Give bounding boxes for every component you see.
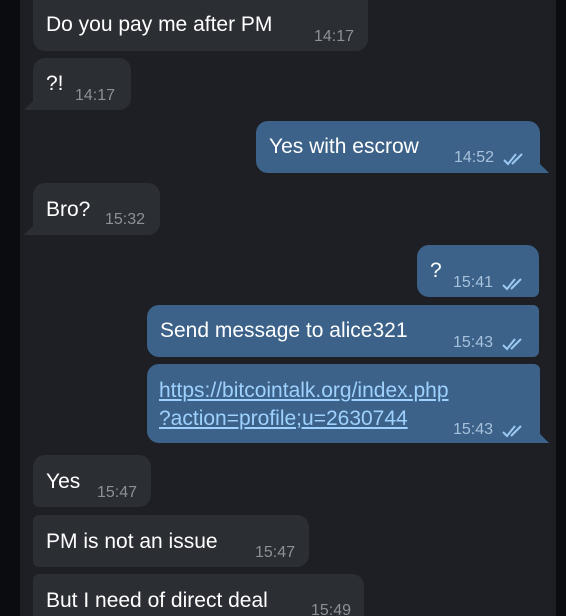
message-outgoing[interactable]: Yes with escrow 14:52 bbox=[256, 121, 549, 173]
message-text: Send message to alice321 bbox=[160, 319, 408, 342]
left-edge bbox=[0, 0, 20, 616]
message-time: 14:17 bbox=[75, 87, 116, 104]
profile-link[interactable]: https://bitcointalk.org/index.php ?actio… bbox=[159, 377, 449, 433]
message-time: 15:47 bbox=[97, 484, 138, 501]
message-text: Yes with escrow bbox=[269, 135, 419, 158]
message-incoming[interactable]: Do you pay me after PM 14:17 bbox=[33, 0, 368, 51]
message-time: 15:49 bbox=[311, 602, 352, 616]
message-text: ?! bbox=[46, 72, 64, 95]
message-incoming[interactable]: Bro? 15:32 bbox=[24, 183, 160, 235]
message-text: ? bbox=[430, 259, 442, 282]
link-line-2: ?action=profile;u=2630744 bbox=[159, 407, 408, 430]
message-text: But I need of direct deal bbox=[46, 589, 268, 612]
message-text: Yes bbox=[46, 470, 81, 493]
message-time: 14:17 bbox=[314, 28, 355, 45]
double-check-icon bbox=[502, 425, 522, 438]
message-text: Do you pay me after PM bbox=[46, 13, 273, 36]
double-check-icon bbox=[503, 153, 523, 166]
message-outgoing[interactable]: ? 15:41 bbox=[417, 245, 539, 297]
message-incoming[interactable]: But I need of direct deal 15:49 bbox=[33, 574, 364, 616]
message-time: 15:47 bbox=[255, 544, 296, 561]
message-incoming[interactable]: ?! 14:17 bbox=[24, 58, 131, 110]
message-time: 15:43 bbox=[453, 334, 494, 351]
message-time: 15:41 bbox=[453, 274, 494, 291]
double-check-icon bbox=[502, 278, 522, 291]
message-time: 15:43 bbox=[453, 421, 494, 438]
message-text: Bro? bbox=[46, 198, 91, 221]
chat-history[interactable]: Do you pay me after PM 14:17 ?! 14:17 Ye… bbox=[20, 0, 556, 616]
right-edge bbox=[556, 0, 566, 616]
message-time: 15:32 bbox=[105, 211, 146, 228]
message-incoming[interactable]: Yes 15:47 bbox=[33, 455, 151, 507]
message-outgoing[interactable]: Send message to alice321 15:43 bbox=[147, 305, 539, 357]
double-check-icon bbox=[502, 338, 522, 351]
message-outgoing-link[interactable]: https://bitcointalk.org/index.php ?actio… bbox=[147, 364, 549, 443]
message-text: PM is not an issue bbox=[46, 530, 218, 553]
link-line-1: https://bitcointalk.org/index.php bbox=[159, 379, 449, 402]
message-incoming[interactable]: PM is not an issue 15:47 bbox=[33, 515, 309, 567]
message-time: 14:52 bbox=[454, 149, 495, 166]
